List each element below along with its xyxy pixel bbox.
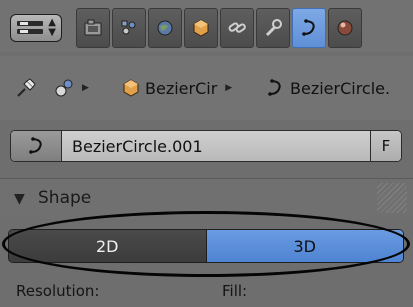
tab-world[interactable]: [148, 8, 182, 48]
curve-data-icon: [268, 79, 281, 96]
curve-datablock-selector: BezierCircle.001 F: [10, 130, 402, 162]
browse-datablock-button[interactable]: [11, 131, 62, 161]
object-cube-icon: [193, 19, 209, 37]
shape-panel-header[interactable]: ▼ Shape: [0, 179, 413, 219]
breadcrumb-object-name: BezierCir: [145, 78, 218, 98]
datablock-name-field[interactable]: BezierCircle.001: [62, 131, 371, 161]
fake-user-button[interactable]: F: [371, 131, 401, 161]
breadcrumb-data: BezierCircle.: [264, 76, 390, 100]
up-down-arrows-icon: ▲ ▼: [48, 17, 56, 38]
editor-type-selector[interactable]: ▲ ▼: [10, 14, 62, 42]
breadcrumb-arrow-icon: ▶: [225, 83, 233, 93]
tab-material[interactable]: [328, 8, 362, 48]
dimension-3d-button[interactable]: 3D: [206, 230, 403, 262]
render-layers-icon: [121, 20, 136, 35]
pin-button[interactable]: [14, 76, 38, 100]
breadcrumb-data-name: BezierCircle.: [290, 78, 391, 98]
curve-data-icon: [302, 19, 315, 36]
tab-curve-data[interactable]: [292, 8, 326, 48]
dimensions-toggle: 2D 3D: [8, 229, 404, 263]
dimension-2d-button[interactable]: 2D: [9, 230, 207, 262]
shape-panel-title: Shape: [38, 188, 92, 208]
object-cube-icon: [123, 79, 139, 97]
properties-tab-bar: ▲ ▼: [0, 0, 413, 52]
tab-constraints[interactable]: [220, 8, 254, 48]
tab-render-layers[interactable]: [112, 8, 146, 48]
material-sphere-icon: [337, 20, 353, 36]
modifier-wrench-icon: [265, 19, 282, 37]
pin-icon: [17, 78, 36, 97]
fill-label: Fill:: [222, 282, 248, 300]
tab-modifiers[interactable]: [256, 8, 290, 48]
tab-render[interactable]: [76, 8, 110, 48]
constraint-link-icon: [228, 22, 246, 33]
tab-object[interactable]: [184, 8, 218, 48]
properties-editor-icon: [17, 21, 43, 35]
breadcrumb-arrow-icon: ▶: [82, 83, 89, 93]
breadcrumb-scene: ▶: [52, 76, 89, 100]
curve-data-icon: [29, 137, 42, 154]
world-icon: [157, 20, 173, 36]
breadcrumb-object: BezierCir ▶: [120, 76, 232, 100]
render-camera-icon: [84, 19, 102, 36]
collapse-triangle-icon: ▼: [14, 191, 25, 207]
context-breadcrumb: ▶ BezierCir ▶ BezierCircle.: [0, 56, 413, 120]
scene-icon: [55, 79, 73, 97]
panel-drag-grip[interactable]: [377, 183, 407, 213]
resolution-label: Resolution:: [16, 282, 100, 300]
